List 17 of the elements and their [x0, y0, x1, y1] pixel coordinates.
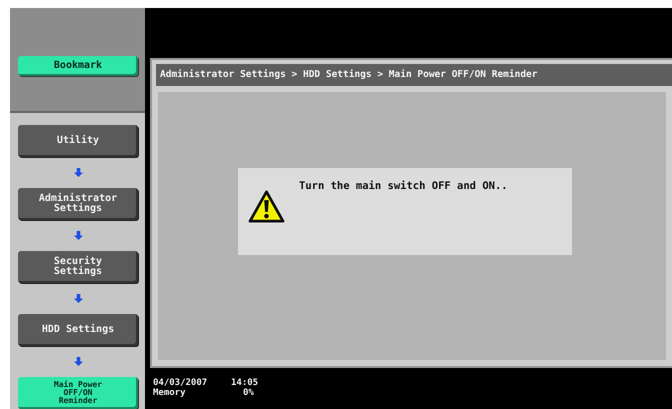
breadcrumb-bar: Administrator Settings > HDD Settings > Main Power OFF/ON Reminder — [156, 64, 672, 86]
memory-label: Memory — [153, 388, 187, 398]
date-text: 04/03/2007 — [153, 378, 208, 388]
path-button[interactable]: Administrator Settings — [18, 188, 138, 220]
time-text: 14:05 — [231, 378, 258, 388]
message-text: Turn the main switch OFF and ON.. — [299, 180, 508, 192]
down-arrow-icon — [74, 168, 83, 177]
path-button[interactable]: Utility — [18, 125, 138, 157]
down-arrow-icon — [74, 294, 83, 303]
down-arrow-icon — [74, 357, 83, 366]
warning-icon — [248, 190, 285, 222]
path-button[interactable]: HDD Settings — [18, 314, 138, 346]
path-button[interactable]: Main Power OFF/ON Reminder — [18, 377, 138, 409]
path-button[interactable]: Security Settings — [18, 251, 138, 283]
bookmark-button[interactable]: Bookmark — [18, 56, 138, 76]
memory-value: 0% — [243, 388, 254, 398]
down-arrow-icon — [74, 231, 83, 240]
